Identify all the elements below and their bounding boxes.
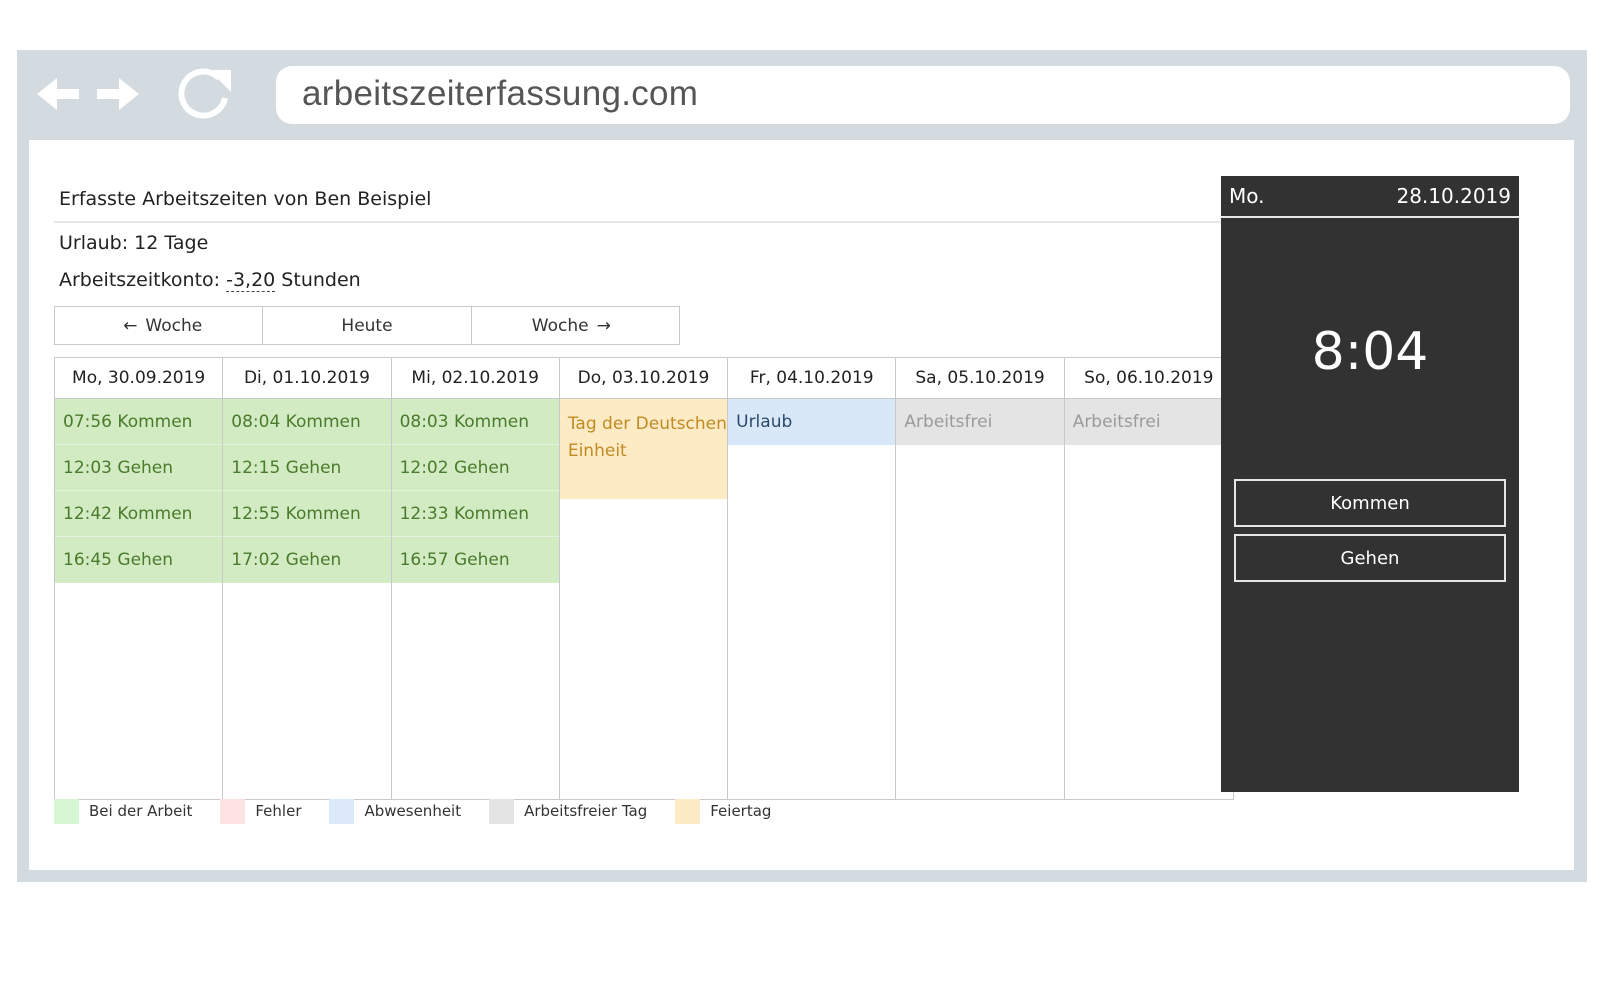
time-entry[interactable]: 17:02 Gehen xyxy=(223,537,391,583)
arrow-right-icon[interactable] xyxy=(95,72,139,116)
time-clock-panel: Mo. 28.10.2019 8:04 Kommen Gehen xyxy=(1221,176,1519,792)
legend-swatch xyxy=(220,798,246,824)
time-entry[interactable]: 12:33 Kommen xyxy=(391,491,559,537)
legend-label: Abwesenheit xyxy=(364,802,462,820)
time-entry[interactable]: 12:03 Gehen xyxy=(55,445,223,491)
time-entry[interactable]: 12:55 Kommen xyxy=(223,491,391,537)
day-header: Fr, 04.10.2019 xyxy=(728,358,896,399)
legend: Bei der Arbeit Fehler Abwesenheit Arbeit… xyxy=(54,796,799,826)
time-entry[interactable]: 16:57 Gehen xyxy=(391,537,559,583)
arrow-left-icon: ← xyxy=(123,315,138,336)
legend-swatch xyxy=(54,798,79,824)
time-entry[interactable]: 12:42 Kommen xyxy=(55,491,223,537)
legend-label: Arbeitsfreier Tag xyxy=(524,802,648,820)
week-navigation: ← Woche Heute Woche → xyxy=(54,306,680,345)
day-off-entry[interactable]: Arbeitsfrei xyxy=(896,399,1064,445)
next-week-label: Woche xyxy=(531,315,589,336)
arrow-left-icon[interactable] xyxy=(37,72,81,116)
day-column-fri: Fr, 04.10.2019 Urlaub xyxy=(728,358,897,799)
day-column-sun: So, 06.10.2019 Arbeitsfrei xyxy=(1064,358,1233,799)
legend-item: Abwesenheit xyxy=(329,798,462,824)
time-account-info: Arbeitszeitkonto: -3,20 Stunden xyxy=(59,269,361,292)
day-header: Di, 01.10.2019 xyxy=(223,358,391,399)
day-header: Mo, 30.09.2019 xyxy=(55,358,223,399)
url-text: arbeitszeiterfassung.com xyxy=(302,74,699,113)
legend-item: Fehler xyxy=(220,798,302,824)
address-bar[interactable]: arbeitszeiterfassung.com xyxy=(276,66,1570,124)
holiday-entry[interactable]: Tag der Deutschen Einheit xyxy=(559,399,728,499)
absence-entry[interactable]: Urlaub xyxy=(728,399,896,445)
time-entry[interactable]: 08:03 Kommen xyxy=(391,399,559,445)
week-calendar: Mo, 30.09.2019 07:56 Kommen 12:03 Gehen … xyxy=(54,357,1234,800)
title-divider xyxy=(54,221,1270,223)
day-header: Sa, 05.10.2019 xyxy=(896,358,1064,399)
day-column-tue: Di, 01.10.2019 08:04 Kommen 12:15 Gehen … xyxy=(223,358,392,799)
time-entry[interactable]: 12:15 Gehen xyxy=(223,445,391,491)
time-entry[interactable]: 07:56 Kommen xyxy=(55,399,223,445)
prev-week-label: Woche xyxy=(145,315,203,336)
legend-swatch xyxy=(489,798,515,824)
time-entry[interactable]: 16:45 Gehen xyxy=(55,537,223,583)
browser-window: arbeitszeiterfassung.com Erfasste Arbeit… xyxy=(17,50,1587,882)
time-entry[interactable]: 12:02 Gehen xyxy=(391,445,559,491)
clock-weekday: Mo. xyxy=(1229,184,1265,208)
clock-date: 28.10.2019 xyxy=(1396,184,1511,208)
clock-in-button[interactable]: Kommen xyxy=(1234,479,1506,527)
clock-header: Mo. 28.10.2019 xyxy=(1221,176,1519,218)
legend-swatch xyxy=(675,798,701,824)
today-button[interactable]: Heute xyxy=(263,307,472,344)
browser-toolbar: arbeitszeiterfassung.com xyxy=(17,50,1587,140)
day-column-thu: Do, 03.10.2019 Tag der Deutschen Einheit xyxy=(559,358,729,799)
next-week-button[interactable]: Woche → xyxy=(471,307,679,344)
day-header: So, 06.10.2019 xyxy=(1064,358,1233,399)
legend-label: Fehler xyxy=(255,802,302,820)
reload-icon[interactable] xyxy=(173,62,235,124)
page-title: Erfasste Arbeitszeiten von Ben Beispiel xyxy=(59,188,432,210)
legend-item: Feiertag xyxy=(675,798,772,824)
time-account-label: Arbeitszeitkonto: xyxy=(59,269,227,291)
clock-out-button[interactable]: Gehen xyxy=(1234,534,1506,582)
arrow-right-icon: → xyxy=(596,315,611,336)
day-column-mon: Mo, 30.09.2019 07:56 Kommen 12:03 Gehen … xyxy=(55,358,224,799)
day-column-wed: Mi, 02.10.2019 08:03 Kommen 12:02 Gehen … xyxy=(391,358,560,799)
day-off-entry[interactable]: Arbeitsfrei xyxy=(1064,399,1233,445)
time-account-unit: Stunden xyxy=(275,269,361,291)
clock-time: 8:04 xyxy=(1311,322,1429,382)
today-label: Heute xyxy=(341,315,393,336)
legend-item: Bei der Arbeit xyxy=(54,798,193,824)
legend-label: Feiertag xyxy=(710,802,772,820)
page-viewport: Erfasste Arbeitszeiten von Ben Beispiel … xyxy=(29,140,1574,870)
day-header: Mi, 02.10.2019 xyxy=(391,358,559,399)
time-entry[interactable]: 08:04 Kommen xyxy=(223,399,391,445)
prev-week-button[interactable]: ← Woche xyxy=(55,307,264,344)
legend-swatch xyxy=(329,798,355,824)
legend-label: Bei der Arbeit xyxy=(89,802,193,820)
day-header: Do, 03.10.2019 xyxy=(559,358,728,399)
time-account-value[interactable]: -3,20 xyxy=(226,269,276,292)
legend-item: Arbeitsfreier Tag xyxy=(489,798,648,824)
vacation-info: Urlaub: 12 Tage xyxy=(59,232,209,254)
day-column-sat: Sa, 05.10.2019 Arbeitsfrei xyxy=(896,358,1065,799)
